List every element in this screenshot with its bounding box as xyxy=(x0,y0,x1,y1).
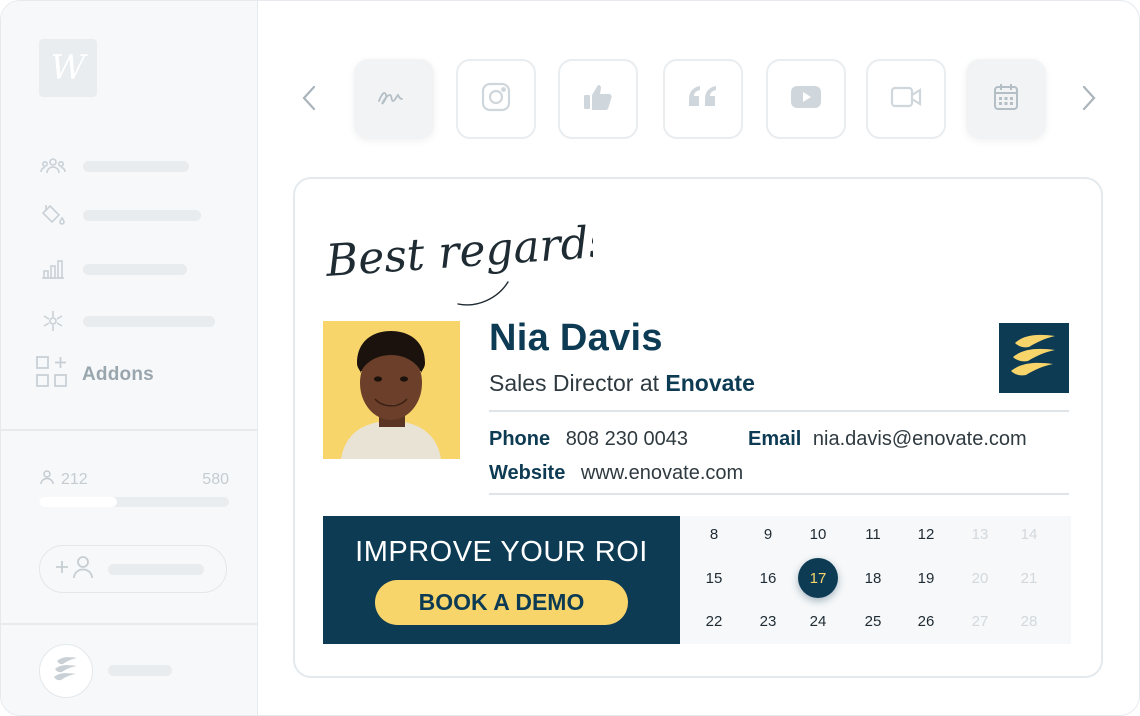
company-name: Enovate xyxy=(665,370,755,396)
calendar-day[interactable]: 19 xyxy=(906,558,946,598)
addons-label: Addons xyxy=(82,363,154,385)
tile-like[interactable] xyxy=(558,59,638,139)
calendar-day-selected[interactable]: 17 xyxy=(798,558,838,598)
tile-instagram[interactable] xyxy=(456,59,536,139)
phone-value[interactable]: 808 230 0043 xyxy=(566,428,688,450)
website-label: Website xyxy=(489,462,566,484)
sidebar-item-team[interactable] xyxy=(39,154,189,178)
signature-divider xyxy=(489,493,1069,495)
email-row: Email nia.davis@enovate.com xyxy=(748,428,1027,451)
sidebar-item-analytics[interactable] xyxy=(39,257,187,281)
calendar-icon xyxy=(993,83,1019,116)
instagram-icon xyxy=(481,82,511,117)
next-button[interactable] xyxy=(1072,83,1106,117)
workspace-avatar[interactable] xyxy=(39,644,93,698)
calendar-day[interactable]: 21 xyxy=(1009,558,1049,598)
email-value[interactable]: nia.davis@enovate.com xyxy=(813,428,1027,450)
tile-video[interactable] xyxy=(866,59,946,139)
calendar-day[interactable]: 16 xyxy=(748,558,788,598)
signature-name: Nia Davis xyxy=(489,317,663,359)
company-logo xyxy=(999,323,1069,393)
app-logo-letter: W xyxy=(50,48,86,88)
chevron-right-icon xyxy=(1082,85,1096,116)
invite-button-placeholder xyxy=(108,563,204,575)
calendar-day[interactable]: 18 xyxy=(853,558,893,598)
closing-signoff: Best regards, xyxy=(323,215,593,306)
app-logo[interactable]: W xyxy=(39,39,97,97)
sidebar-item-integrations[interactable] xyxy=(39,309,215,333)
tile-quote[interactable] xyxy=(663,59,743,139)
sidebar-item-placeholder xyxy=(83,209,201,221)
sidebar-item-placeholder xyxy=(83,263,187,275)
calendar-day[interactable]: 14 xyxy=(1009,514,1049,554)
sidebar-item-placeholder xyxy=(83,160,189,172)
signoff-icon xyxy=(377,87,411,112)
calendar-day[interactable]: 11 xyxy=(853,514,893,554)
paint-bucket-icon xyxy=(39,203,67,227)
user-usage: 212 580 xyxy=(39,469,229,490)
email-label: Email xyxy=(748,428,802,450)
tile-youtube[interactable] xyxy=(766,59,846,139)
quote-icon xyxy=(687,85,719,114)
workspace-name-placeholder xyxy=(108,665,172,676)
calendar-day[interactable]: 27 xyxy=(960,601,1000,641)
website-value[interactable]: www.enovate.com xyxy=(581,462,743,484)
calendar-day[interactable]: 8 xyxy=(694,514,734,554)
wave-logo-icon xyxy=(51,655,81,688)
banner-headline: IMPROVE YOUR ROI xyxy=(355,536,648,568)
calendar-day[interactable]: 24 xyxy=(798,601,838,641)
users-count: 212 xyxy=(61,470,88,488)
phone-row: Phone 808 230 0043 xyxy=(489,428,688,451)
phone-label: Phone xyxy=(489,428,551,450)
website-row: Website www.enovate.com xyxy=(489,462,743,485)
calendar-widget: 8 9 10 11 12 13 14 15 16 17 18 19 20 21 22 23 24 25 26 27 28 xyxy=(680,516,1071,644)
calendar-day[interactable]: 9 xyxy=(748,514,788,554)
calendar-day[interactable]: 28 xyxy=(1009,601,1049,641)
team-icon xyxy=(39,154,67,178)
sidebar-item-placeholder xyxy=(83,315,215,327)
chevron-left-icon xyxy=(302,85,316,116)
app-window: W Addons 212 580 Best regards, Nia Davis… xyxy=(0,0,1140,716)
calendar-day[interactable]: 12 xyxy=(906,514,946,554)
wave-logo-icon xyxy=(1007,331,1061,386)
invite-user-button[interactable] xyxy=(39,545,227,593)
bar-chart-icon xyxy=(39,257,67,281)
signature-divider xyxy=(489,410,1069,412)
youtube-icon xyxy=(790,85,822,114)
thumbs-up-icon xyxy=(583,83,613,116)
calendar-day[interactable]: 13 xyxy=(960,514,1000,554)
svg-text:Best regards,: Best regards, xyxy=(323,215,593,287)
users-progress-fill xyxy=(39,497,117,507)
calendar-day[interactable]: 26 xyxy=(906,601,946,641)
users-progress-bar xyxy=(39,497,229,507)
book-demo-button[interactable]: BOOK A DEMO xyxy=(375,580,628,625)
add-user-icon xyxy=(54,554,98,585)
addons-icon xyxy=(35,355,69,394)
calendar-day[interactable]: 20 xyxy=(960,558,1000,598)
sidebar-item-design[interactable] xyxy=(39,203,201,227)
promo-banner: IMPROVE YOUR ROI BOOK A DEMO xyxy=(323,516,680,644)
calendar-day[interactable]: 22 xyxy=(694,601,734,641)
calendar-day[interactable]: 25 xyxy=(853,601,893,641)
calendar-day[interactable]: 15 xyxy=(694,558,734,598)
profile-photo xyxy=(323,321,460,459)
job-title: Sales Director at xyxy=(489,370,660,396)
sidebar-divider xyxy=(1,623,258,625)
integrations-icon xyxy=(39,309,67,333)
prev-button[interactable] xyxy=(292,83,326,117)
user-icon xyxy=(39,469,55,490)
tile-signoff[interactable] xyxy=(354,59,434,139)
sidebar-item-addons[interactable]: Addons xyxy=(35,355,154,394)
tile-calendar[interactable] xyxy=(966,59,1046,139)
sidebar-divider xyxy=(1,429,258,431)
calendar-day[interactable]: 10 xyxy=(798,514,838,554)
calendar-day[interactable]: 23 xyxy=(748,601,788,641)
signature-title: Sales Director at Enovate xyxy=(489,370,755,397)
users-limit: 580 xyxy=(202,470,229,488)
video-icon xyxy=(890,86,922,113)
sidebar: W Addons 212 580 xyxy=(1,1,258,715)
